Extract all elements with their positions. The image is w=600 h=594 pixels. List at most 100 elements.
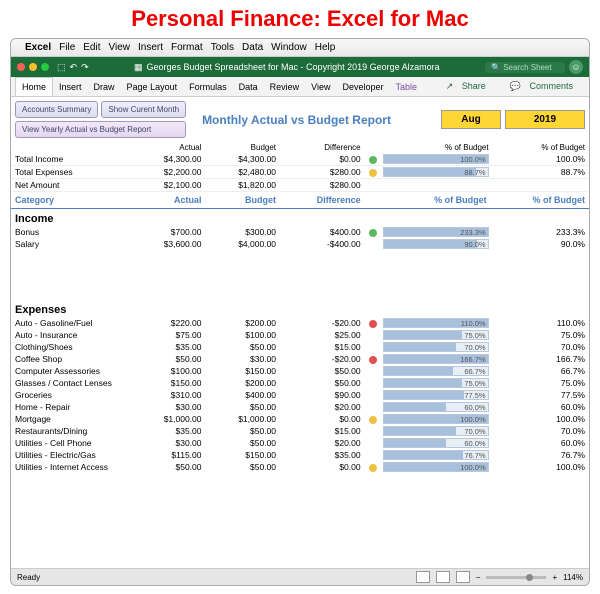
- close-icon[interactable]: [17, 63, 25, 71]
- report-table: Actual Budget Difference % of Budget % o…: [11, 142, 589, 473]
- search-input[interactable]: 🔍 Search Sheet: [485, 62, 565, 73]
- pct-bar: 75.0%: [383, 330, 489, 340]
- table-row[interactable]: Utilities - Electric/Gas $115.00 $150.00…: [11, 449, 589, 461]
- table-row[interactable]: Home - Repair $30.00 $50.00 $20.00 60.0%…: [11, 401, 589, 413]
- status-indicator: [369, 356, 377, 364]
- row-label: Total Income: [11, 153, 131, 166]
- yearly-report-button[interactable]: View Yearly Actual vs Budget Report: [15, 121, 186, 138]
- menu-view[interactable]: View: [109, 42, 131, 53]
- view-normal-icon[interactable]: [416, 571, 430, 583]
- minimize-icon[interactable]: [29, 63, 37, 71]
- month-cell[interactable]: Aug: [441, 110, 501, 129]
- row-label: Utilities - Cell Phone: [11, 437, 131, 449]
- pct-bar: 100.0%: [383, 414, 489, 424]
- table-row[interactable]: Auto - Gasoline/Fuel $220.00 $200.00 -$2…: [11, 317, 589, 329]
- pct-bar: 77.5%: [383, 390, 489, 400]
- status-indicator: [369, 156, 377, 164]
- menu-excel[interactable]: Excel: [25, 42, 51, 53]
- row-label: Auto - Gasoline/Fuel: [11, 317, 131, 329]
- accounts-summary-button[interactable]: Accounts Summary: [15, 101, 98, 118]
- pct-bar: 76.7%: [383, 450, 489, 460]
- tab-developer[interactable]: Developer: [337, 78, 390, 96]
- excel-icon: ▦: [134, 62, 143, 73]
- table-row[interactable]: Glasses / Contact Lenses $150.00 $200.00…: [11, 377, 589, 389]
- table-row[interactable]: Salary $3,600.00 $4,000.00 -$400.00 90.0…: [11, 238, 589, 250]
- spreadsheet[interactable]: Accounts Summary Show Curent Month View …: [11, 97, 589, 568]
- app-window: Excel File Edit View Insert Format Tools Data Wi…: [10, 38, 590, 586]
- menu-help[interactable]: Help: [315, 42, 336, 53]
- view-layout-icon[interactable]: [436, 571, 450, 583]
- row-label: Net Amount: [11, 179, 131, 192]
- status-ready: Ready: [17, 573, 40, 582]
- comments-button[interactable]: 💬 Comments: [504, 77, 585, 96]
- pct-bar: 110.0%: [383, 318, 489, 328]
- status-indicator: [369, 169, 377, 177]
- status-indicator: [369, 464, 377, 472]
- zoom-in-icon[interactable]: +: [552, 573, 557, 582]
- row-label: Home - Repair: [11, 401, 131, 413]
- mac-menubar: Excel File Edit View Insert Format Tools Data Wi…: [11, 39, 589, 57]
- zoom-out-icon[interactable]: −: [476, 573, 481, 582]
- col-diff: Difference: [280, 142, 365, 153]
- tab-insert[interactable]: Insert: [53, 78, 88, 96]
- pct-bar: 60.0%: [383, 438, 489, 448]
- menu-data[interactable]: Data: [242, 42, 263, 53]
- redo-icon[interactable]: ↷: [81, 62, 89, 73]
- row-label: Mortgage: [11, 413, 131, 425]
- tab-review[interactable]: Review: [264, 78, 306, 96]
- save-icon[interactable]: ⬚: [57, 62, 66, 73]
- menu-insert[interactable]: Insert: [138, 42, 163, 53]
- table-row[interactable]: Groceries $310.00 $400.00 $90.00 77.5% 7…: [11, 389, 589, 401]
- year-cell[interactable]: 2019: [505, 110, 585, 129]
- table-row[interactable]: Bonus $700.00 $300.00 $400.00 233.3% 233…: [11, 226, 589, 238]
- menu-format[interactable]: Format: [171, 42, 203, 53]
- report-title: Monthly Actual vs Budget Report: [202, 113, 391, 127]
- income-section: Income: [11, 209, 589, 227]
- pct-bar: 100.0%: [383, 154, 489, 164]
- table-row[interactable]: Computer Assessories $100.00 $150.00 $50…: [11, 365, 589, 377]
- row-label: Auto - Insurance: [11, 329, 131, 341]
- share-button[interactable]: ↗ Share: [440, 77, 498, 96]
- tab-table[interactable]: Table: [390, 78, 424, 96]
- menu-edit[interactable]: Edit: [83, 42, 100, 53]
- table-row[interactable]: Restaurants/Dining $35.00 $50.00 $15.00 …: [11, 425, 589, 437]
- tab-page-layout[interactable]: Page Layout: [121, 78, 184, 96]
- pct-bar: 66.7%: [383, 366, 489, 376]
- row-label: Total Expenses: [11, 166, 131, 179]
- feedback-icon[interactable]: ☺: [569, 60, 583, 74]
- table-row[interactable]: Auto - Insurance $75.00 $100.00 $25.00 7…: [11, 329, 589, 341]
- status-indicator: [369, 229, 377, 237]
- table-row[interactable]: Coffee Shop $50.00 $30.00 -$20.00 166.7%…: [11, 353, 589, 365]
- status-indicator: [369, 320, 377, 328]
- table-row[interactable]: Clothing/Shoes $35.00 $50.00 $15.00 70.0…: [11, 341, 589, 353]
- tab-data[interactable]: Data: [233, 78, 264, 96]
- show-current-month-button[interactable]: Show Curent Month: [101, 101, 186, 118]
- table-row[interactable]: Total Expenses $2,200.00 $2,480.00 $280.…: [11, 166, 589, 179]
- zoom-level[interactable]: 114%: [563, 573, 583, 582]
- table-row[interactable]: Utilities - Internet Access $50.00 $50.0…: [11, 461, 589, 473]
- menu-file[interactable]: File: [59, 42, 75, 53]
- tab-view[interactable]: View: [305, 78, 336, 96]
- tab-draw[interactable]: Draw: [88, 78, 121, 96]
- table-row[interactable]: Net Amount $2,100.00 $1,820.00 $280.00: [11, 179, 589, 192]
- table-row[interactable]: Mortgage $1,000.00 $1,000.00 $0.00 100.0…: [11, 413, 589, 425]
- view-break-icon[interactable]: [456, 571, 470, 583]
- menu-window[interactable]: Window: [271, 42, 307, 53]
- tab-home[interactable]: Home: [15, 77, 53, 96]
- ribbon-tabs: HomeInsertDrawPage LayoutFormulasDataRev…: [11, 77, 589, 97]
- tab-formulas[interactable]: Formulas: [183, 78, 233, 96]
- pct-bar: 75.0%: [383, 378, 489, 388]
- table-row[interactable]: Utilities - Cell Phone $30.00 $50.00 $20…: [11, 437, 589, 449]
- maximize-icon[interactable]: [41, 63, 49, 71]
- status-indicator: [369, 416, 377, 424]
- status-bar: Ready − + 114%: [11, 568, 589, 585]
- row-label: Restaurants/Dining: [11, 425, 131, 437]
- undo-icon[interactable]: ↶: [70, 62, 78, 73]
- table-row[interactable]: Total Income $4,300.00 $4,300.00 $0.00 1…: [11, 153, 589, 166]
- col-actual: Actual: [131, 142, 206, 153]
- menu-tools[interactable]: Tools: [211, 42, 234, 53]
- pct-bar: 90.0%: [383, 239, 489, 249]
- zoom-slider[interactable]: [486, 576, 546, 579]
- row-label: Glasses / Contact Lenses: [11, 377, 131, 389]
- pct-bar: 70.0%: [383, 342, 489, 352]
